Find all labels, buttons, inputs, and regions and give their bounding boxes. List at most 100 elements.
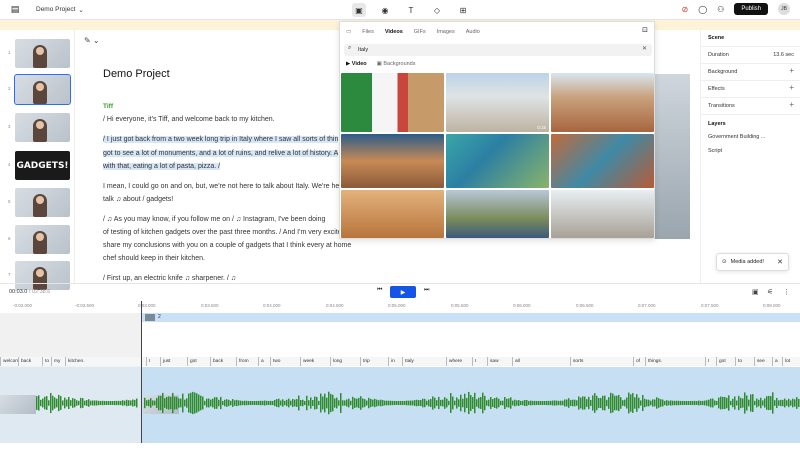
timeline-word[interactable]: I (472, 357, 487, 366)
text-icon[interactable]: T (404, 3, 418, 17)
timeline-word[interactable]: week (300, 357, 330, 366)
timeline-word[interactable]: saw (487, 357, 512, 366)
waveform-bar (596, 395, 598, 411)
play-button[interactable]: ▶ (390, 286, 416, 298)
project-name-menu[interactable]: Demo Project ⌄ (36, 6, 84, 14)
scene-thumb[interactable]: 6 (0, 222, 75, 256)
add-effect-icon[interactable]: + (789, 83, 794, 92)
timeline-word[interactable]: welcom (0, 357, 19, 366)
script-line[interactable]: chef should keep in their kitchen. (103, 253, 388, 264)
media-tile[interactable] (446, 190, 549, 238)
avatar[interactable]: JB (778, 3, 790, 15)
media-tile[interactable] (341, 190, 444, 238)
settings-sliders-icon[interactable]: ⚟ (767, 288, 773, 296)
close-icon[interactable]: ✕ (777, 258, 783, 266)
timeline-word[interactable]: got (187, 357, 210, 366)
tab-audio[interactable]: Audio (466, 29, 480, 35)
publish-button[interactable]: Publish (734, 3, 768, 15)
timeline-word[interactable]: kitchen. (65, 357, 146, 366)
timeline-word[interactable]: to (42, 357, 51, 366)
add-background-icon[interactable]: + (789, 66, 794, 75)
scene-thumb[interactable]: 5 (0, 185, 75, 219)
waveform-bar (102, 400, 104, 406)
playhead[interactable] (141, 301, 142, 443)
script-line[interactable]: share my conclusions with you on a coupl… (103, 240, 388, 251)
timeline-word[interactable]: from (236, 357, 258, 366)
layer-item[interactable]: Government Building ... (708, 134, 765, 140)
waveform-bar (226, 399, 228, 407)
timeline-ruler[interactable]: -0:02.000 -0:02.500 0:03.000 0:03.500 0:… (0, 301, 800, 313)
highlighted-text[interactable]: with that, eating a lot of pasta, pizza.… (103, 163, 221, 170)
layer-item[interactable]: Script (708, 148, 722, 154)
collapse-panel-icon[interactable]: ⊡ (642, 26, 648, 34)
media-tile[interactable] (551, 190, 654, 238)
more-icon[interactable]: ⋮ (783, 288, 790, 296)
tab-images[interactable]: Images (437, 29, 455, 35)
timeline-word[interactable]: two (270, 357, 300, 366)
tab-videos[interactable]: Videos (385, 29, 403, 35)
highlighted-text[interactable]: / I just got back from a two week long t… (103, 136, 339, 143)
add-transition-icon[interactable]: + (789, 100, 794, 109)
timeline-word[interactable]: sorts (570, 357, 633, 366)
timeline-word[interactable]: my (51, 357, 65, 366)
scene-thumb[interactable]: 3 (0, 110, 75, 144)
timeline-word[interactable]: back (18, 357, 42, 366)
timeline-word[interactable]: I (146, 357, 160, 366)
scene-thumb-selected[interactable]: 2 (0, 72, 75, 106)
add-collaborator-icon[interactable]: ⚇ (717, 5, 724, 14)
subtab-video[interactable]: ▶ Video (346, 61, 367, 67)
media-tile[interactable]: 0:15 (446, 73, 549, 132)
layout-toggle-icon[interactable]: ▣ (752, 288, 759, 296)
timeline-word[interactable]: Italy (402, 357, 446, 366)
status-check-icon[interactable]: ⊘ (681, 5, 688, 14)
skip-forward-icon[interactable]: ⏭ (424, 287, 429, 294)
tab-gifs[interactable]: GIFs (414, 29, 426, 35)
script-line[interactable]: / First up, an electric knife ♫ sharpene… (103, 273, 388, 283)
media-tile[interactable] (446, 134, 549, 188)
highlighted-text[interactable]: got to see a lot of monuments, and a lot… (103, 150, 339, 157)
timeline-word[interactable]: a (772, 357, 782, 366)
shapes-icon[interactable]: ◇ (430, 3, 444, 17)
waveform-bar (206, 398, 208, 408)
document-title[interactable]: Demo Project (103, 68, 170, 80)
media-library-icon[interactable]: ▣ (352, 3, 366, 17)
timeline-word[interactable]: where (446, 357, 472, 366)
scene-track[interactable]: 2 (142, 313, 800, 322)
pen-icon[interactable]: ✎ ⌄ (84, 36, 100, 45)
timeline-word[interactable]: trip (360, 357, 388, 366)
scene-thumb[interactable]: 1 (0, 36, 75, 70)
media-tile[interactable] (341, 134, 444, 188)
timeline-word[interactable]: got (716, 357, 735, 366)
waveform-bar (398, 400, 400, 406)
app-logo-icon[interactable]: ▤ (8, 3, 22, 17)
comments-icon[interactable]: ◯ (698, 5, 707, 14)
timeline-word[interactable]: see (754, 357, 772, 366)
timeline-word[interactable]: I (705, 357, 716, 366)
tab-files[interactable]: Files (362, 29, 374, 35)
clear-search-icon[interactable]: ✕ (642, 45, 647, 52)
media-tile[interactable] (551, 73, 654, 132)
search-input[interactable] (358, 45, 628, 55)
duration-value[interactable]: 13.6 sec (773, 52, 794, 58)
scene-thumb[interactable]: 4 GADGETS! (0, 148, 75, 182)
timeline-word[interactable]: all (512, 357, 570, 366)
time-separator: / (28, 289, 31, 295)
subtab-backgrounds[interactable]: ▣ Backgrounds (377, 61, 416, 67)
timeline-word[interactable]: in (388, 357, 402, 366)
media-tile[interactable] (551, 134, 654, 188)
media-tile[interactable] (341, 73, 444, 132)
timeline-word[interactable]: a (258, 357, 270, 366)
timeline-word[interactable]: back (210, 357, 236, 366)
timeline-word[interactable]: long (330, 357, 360, 366)
skip-back-icon[interactable]: ⏮ (377, 287, 382, 294)
grid-icon[interactable]: ⊞ (456, 3, 470, 17)
timeline-word[interactable]: of (633, 357, 645, 366)
timeline-word[interactable]: to (735, 357, 754, 366)
record-icon[interactable]: ◉ (378, 3, 392, 17)
timeline-word[interactable]: things. (645, 357, 705, 366)
waveform-bar (488, 399, 490, 407)
waveform-bar (692, 400, 694, 406)
timeline-word[interactable]: lot (782, 357, 800, 366)
waveform-bar (566, 399, 568, 407)
timeline-word[interactable]: just (160, 357, 187, 366)
